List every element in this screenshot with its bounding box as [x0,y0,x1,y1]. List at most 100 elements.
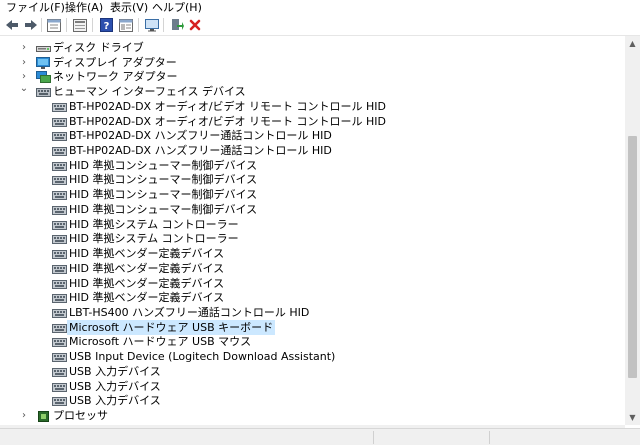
tree-device-row[interactable]: BT-HP02AD-DX オーディオ/ビデオ リモート コントロール HID [0,114,620,129]
tree-category-row[interactable]: › ネットワーク アダプター [0,69,620,84]
hid-device-icon [52,395,67,407]
toolbar-separator [66,18,67,32]
tree-device-row[interactable]: HID 準拠ベンダー定義デバイス [0,290,620,305]
hid-device-icon [52,204,67,216]
hid-device-icon [52,248,67,260]
scan-hardware-icon [144,18,160,32]
show-hide-tree-button[interactable] [71,16,89,34]
tree-item-label: BT-HP02AD-DX ハンズフリー通話コントロール HID [69,144,332,158]
tree-device-row[interactable]: HID 準拠コンシューマー制御デバイス [0,172,620,187]
display-adapter-icon [36,56,51,69]
show-hide-tree-icon [73,18,87,32]
chevron-right-icon[interactable]: › [19,55,29,70]
status-pane [373,431,489,444]
tree-device-row[interactable]: BT-HP02AD-DX ハンズフリー通話コントロール HID [0,143,620,158]
tree-device-row[interactable]: Microsoft ハードウェア USB キーボード [0,319,620,335]
svg-text:?: ? [103,21,109,32]
help-button[interactable]: ? [97,16,115,34]
tree-item-label: BT-HP02AD-DX オーディオ/ビデオ リモート コントロール HID [69,99,387,113]
tree-item-label: HID 準拠ベンダー定義デバイス [69,276,225,290]
tree-device-row[interactable]: HID 準拠コンシューマー制御デバイス [0,202,620,217]
menu-bar: ファイル(F) 操作(A) 表示(V) ヘルプ(H) [0,0,640,15]
tree-item-label: USB Input Device (Logitech Download Assi… [69,350,336,364]
tree-item-label: HID 準拠コンシューマー制御デバイス [69,188,258,202]
tree-item-label: プロセッサ [53,409,108,422]
forward-arrow-icon [24,19,38,31]
chevron-right-icon[interactable]: › [19,408,29,423]
network-adapter-icon [36,71,51,84]
tree-item-label: BT-HP02AD-DX オーディオ/ビデオ リモート コントロール HID [69,114,387,128]
tree-item-label: HID 準拠ベンダー定義デバイス [69,247,225,261]
hid-device-icon [52,263,67,275]
tree-category-row[interactable]: › ディスク ドライブ [0,40,620,55]
tree-device-row[interactable]: HID 準拠システム コントローラー [0,217,620,232]
tree-device-row[interactable]: BT-HP02AD-DX オーディオ/ビデオ リモート コントロール HID [0,99,620,114]
toolbar-separator [138,18,139,32]
tree-device-row[interactable]: HID 準拠ベンダー定義デバイス [0,246,620,261]
hid-device-icon [52,233,67,245]
tree-item-label: ディスク ドライブ [53,41,144,54]
tree-item-label: USB 入力デバイス [69,364,161,378]
hid-device-icon [52,116,67,128]
scroll-up-arrow-icon[interactable]: ▲ [625,36,640,51]
scan-hardware-button[interactable] [143,16,161,34]
hid-device-icon [52,160,67,172]
menu-item[interactable]: 表示(V) [110,0,148,15]
tree-item-label: HID 準拠ベンダー定義デバイス [69,261,225,275]
hid-icon [36,86,51,98]
tree-item-label: HID 準拠システム コントローラー [69,232,239,246]
tree-item-label: LBT-HS400 ハンズフリー通話コントロール HID [69,305,310,319]
tree-item-label: ネットワーク アダプター [53,70,178,84]
tree-item-label: BT-HP02AD-DX ハンズフリー通話コントロール HID [69,129,332,143]
tree-item-label: USB 入力デバイス [69,379,161,393]
menu-item[interactable]: ファイル(F) [6,0,65,15]
device-tree[interactable]: › ディスク ドライブ › ディスプレイ アダプター › ネットワーク アダプター ⌄ ヒュー… [0,36,625,425]
tree-device-row[interactable]: Microsoft ハードウェア USB マウス [0,334,620,349]
tree-device-row[interactable]: USB Input Device (Logitech Download Assi… [0,349,620,364]
tree-item-label: HID 準拠ベンダー定義デバイス [69,291,225,305]
tree-device-row[interactable]: LBT-HS400 ハンズフリー通話コントロール HID [0,305,620,320]
toolbar-separator [41,18,42,32]
disk-drive-icon [36,42,51,54]
uninstall-device-button[interactable] [186,16,204,34]
view-icon [119,18,133,32]
tree-device-row[interactable]: HID 準拠コンシューマー制御デバイス [0,158,620,173]
menu-item[interactable]: ヘルプ(H) [152,0,202,15]
tree-device-row[interactable]: HID 準拠システム コントローラー [0,231,620,246]
tree-item-label: HID 準拠システム コントローラー [69,217,239,231]
tree-category-row[interactable]: › ディスプレイ アダプター [0,55,620,70]
update-driver-button[interactable] [168,16,186,34]
hid-device-icon [52,278,67,290]
tree-item-label: ディスプレイ アダプター [53,55,177,69]
chevron-right-icon[interactable]: › [19,40,29,55]
forward-arrow-button[interactable] [22,16,40,34]
tree-device-row[interactable]: HID 準拠ベンダー定義デバイス [0,261,620,276]
menu-item[interactable]: 操作(A) [65,0,103,15]
tree-category-row[interactable]: ⌄ ヒューマン インターフェイス デバイス [0,81,620,99]
properties-button[interactable] [45,16,63,34]
tree-item-label: HID 準拠コンシューマー制御デバイス [69,173,258,187]
tree-device-row[interactable]: USB 入力デバイス [0,393,620,408]
scroll-down-arrow-icon[interactable]: ▼ [625,410,640,425]
chevron-down-icon[interactable]: ⌄ [19,81,29,96]
hid-device-icon [52,336,67,348]
tree-device-row[interactable]: HID 準拠コンシューマー制御デバイス [0,187,620,202]
properties-icon [47,18,61,32]
hid-device-icon [52,189,67,201]
hid-device-icon [52,292,67,304]
tree-device-row[interactable]: HID 準拠ベンダー定義デバイス [0,276,620,291]
back-arrow-icon [5,19,19,31]
tree-device-row[interactable]: USB 入力デバイス [0,364,620,379]
vertical-scrollbar[interactable]: ▲ ▼ [625,36,640,425]
tree-category-row[interactable]: › プロセッサ [0,408,620,423]
hid-device-icon [52,101,67,113]
view-button[interactable] [117,16,135,34]
back-arrow-button[interactable] [3,16,21,34]
scrollbar-thumb[interactable] [628,136,637,378]
tree-device-row[interactable]: USB 入力デバイス [0,379,620,394]
tree-item-label: HID 準拠コンシューマー制御デバイス [69,202,258,216]
tree-device-row[interactable]: BT-HP02AD-DX ハンズフリー通話コントロール HID [0,128,620,143]
status-pane [489,431,640,444]
help-icon: ? [99,18,113,32]
hid-device-icon [52,366,67,378]
